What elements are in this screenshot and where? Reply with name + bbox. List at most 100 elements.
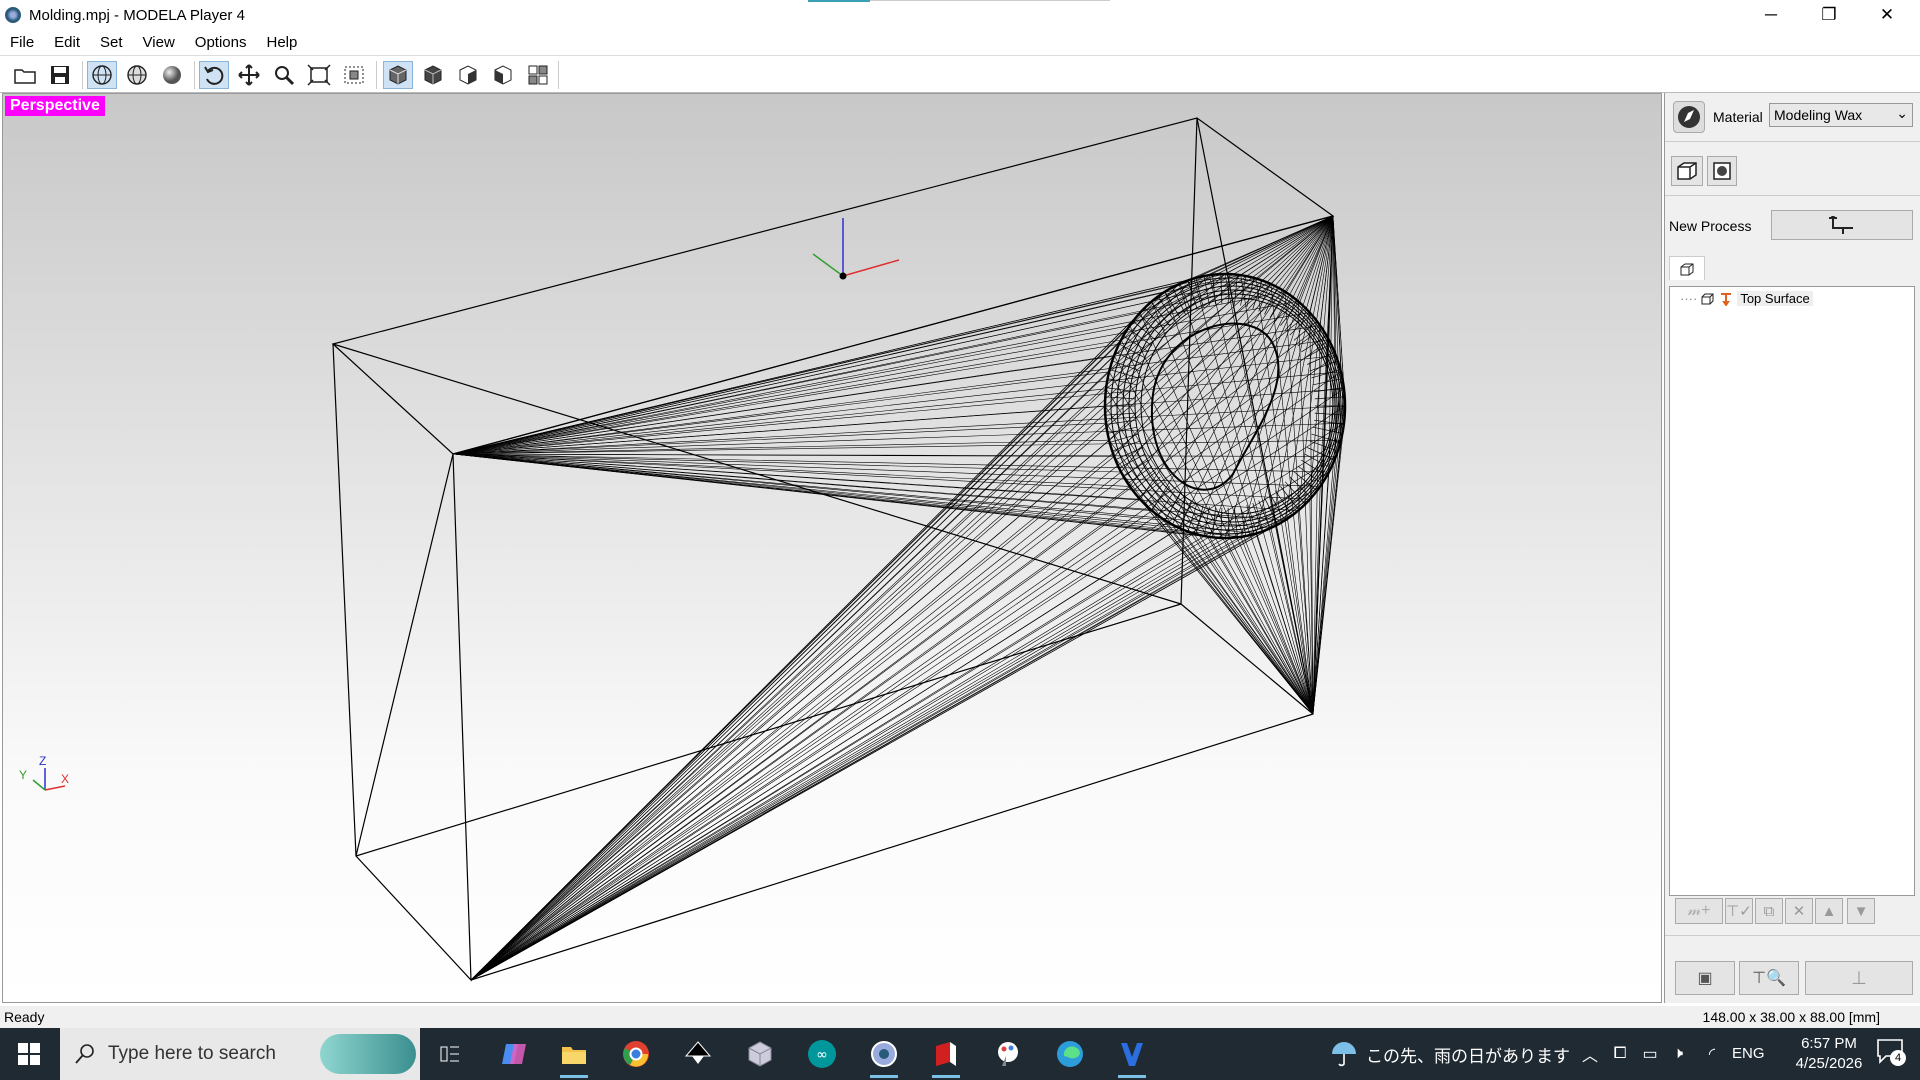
clock-time: 6:57 PM <box>1801 1035 1857 1052</box>
material-label: Material <box>1713 109 1763 125</box>
menu-view[interactable]: View <box>133 34 185 51</box>
clock[interactable]: 6:57 PM 4/25/2026 <box>1784 1034 1874 1074</box>
shaded-icon[interactable] <box>157 61 187 89</box>
restore-icon: ❐ <box>1821 5 1837 24</box>
copy-process-button[interactable]: ⧉ <box>1755 898 1783 924</box>
tree-item-label: Top Surface <box>1737 291 1813 306</box>
weather-text: この先、雨の日があります <box>1366 1046 1570 1066</box>
zoom-icon[interactable] <box>269 61 299 89</box>
view-other-icon[interactable] <box>488 61 518 89</box>
process-tree: ···· Top Surface <box>1669 286 1915 896</box>
stock-dimensions: 148.00 x 38.00 x 88.00 [mm] <box>1702 1009 1880 1025</box>
cad-app-icon[interactable] <box>926 1036 966 1078</box>
stock-tab-icon <box>1680 263 1694 275</box>
stock-icon <box>1701 293 1714 304</box>
chrome-icon[interactable] <box>616 1036 656 1072</box>
axis-triad: Z Y X <box>15 754 75 804</box>
open-folder-icon[interactable] <box>10 61 40 89</box>
arrow-down-icon: ▼ <box>1853 902 1869 920</box>
start-button[interactable] <box>0 1028 58 1080</box>
modela-player-icon[interactable] <box>864 1036 904 1078</box>
view-front-icon[interactable] <box>383 61 413 89</box>
new-process-button[interactable] <box>1771 210 1913 240</box>
delete-icon: ✕ <box>1792 903 1806 920</box>
stop-icon: ▣ <box>1697 970 1713 987</box>
search-placeholder: Type here to search <box>108 1043 276 1064</box>
vectorworks-icon[interactable] <box>1112 1036 1152 1078</box>
axis-label-x: X <box>61 772 70 786</box>
app-icon <box>5 7 21 23</box>
compass-icon <box>1678 106 1700 128</box>
move-down-button[interactable]: ▼ <box>1847 898 1875 924</box>
copy-icon: ⧉ <box>1763 902 1775 920</box>
status-bar: Ready 148.00 x 38.00 x 88.00 [mm] <box>0 1006 1920 1028</box>
model-icon <box>1713 162 1731 180</box>
copilot-icon[interactable] <box>494 1036 534 1072</box>
cut-button[interactable]: ⊥ <box>1805 961 1913 995</box>
task-view-icon[interactable] <box>430 1036 470 1072</box>
edit-process-button[interactable]: ⊤✓ <box>1725 898 1753 924</box>
menu-file[interactable]: File <box>0 34 44 51</box>
wireframe-icon[interactable] <box>87 61 117 89</box>
new-process-label: New Process <box>1669 218 1752 234</box>
pan-icon[interactable] <box>234 61 264 89</box>
title-accent <box>808 0 870 2</box>
close-button[interactable]: ✕ <box>1858 0 1916 30</box>
language-indicator[interactable]: ENG <box>1732 1045 1765 1062</box>
process-panel: Material Modeling Wax ⌄ New Process ····… <box>1664 93 1920 1003</box>
delete-process-button[interactable]: ✕ <box>1785 898 1813 924</box>
restore-button[interactable]: ❐ <box>1800 0 1858 30</box>
status-text: Ready <box>4 1009 45 1025</box>
cut-icon: ⊥ <box>1851 967 1867 988</box>
material-select[interactable]: Modeling Wax ⌄ <box>1769 103 1913 127</box>
minimize-button[interactable]: ─ <box>1742 0 1800 30</box>
save-icon[interactable] <box>45 61 75 89</box>
paint-app-icon[interactable] <box>988 1036 1028 1072</box>
toolbar <box>0 55 1920 93</box>
cut-preview-icon: 𝓂+ <box>1687 902 1711 919</box>
multi-view-icon[interactable] <box>523 61 553 89</box>
tree-item[interactable]: ···· Top Surface <box>1680 291 1813 306</box>
window-title: Molding.mpj - MODELA Player 4 <box>29 6 245 24</box>
hidden-line-icon[interactable] <box>122 61 152 89</box>
tree-connector: ···· <box>1680 291 1698 306</box>
divider <box>1665 195 1920 196</box>
material-settings-button[interactable] <box>1673 101 1705 133</box>
3d-app-icon[interactable] <box>740 1036 780 1072</box>
notification-button[interactable]: 4 <box>1876 1038 1912 1070</box>
wireframe-model <box>331 117 1347 982</box>
menu-edit[interactable]: Edit <box>44 34 90 51</box>
inkscape-icon[interactable] <box>678 1036 718 1072</box>
preview-cutting-button[interactable]: 𝓂+ <box>1675 898 1723 924</box>
zoom-window-icon[interactable] <box>339 61 369 89</box>
search-icon <box>75 1044 94 1064</box>
process-tree-tab[interactable] <box>1669 256 1705 280</box>
move-up-button[interactable]: ▲ <box>1815 898 1843 924</box>
menu-options[interactable]: Options <box>185 34 257 51</box>
title-accent-line <box>870 0 1110 1</box>
preview-button[interactable]: ⊤🔍 <box>1739 961 1799 995</box>
file-explorer-icon[interactable] <box>554 1036 594 1078</box>
rotate-icon[interactable] <box>199 61 229 89</box>
menu-set[interactable]: Set <box>90 34 133 51</box>
fit-view-icon[interactable] <box>304 61 334 89</box>
stock-settings-button[interactable] <box>1671 156 1703 186</box>
taskbar-search[interactable]: Type here to search <box>60 1028 420 1080</box>
minimize-icon: ─ <box>1764 5 1778 24</box>
divider <box>1665 141 1920 142</box>
axis-label-y: Y <box>19 768 28 782</box>
edge-icon[interactable] <box>1050 1036 1090 1072</box>
windows-icon <box>18 1043 40 1065</box>
view-back-icon[interactable] <box>453 61 483 89</box>
title-bar: Molding.mpj - MODELA Player 4 ─ ❐ ✕ <box>0 0 1920 30</box>
weather-widget[interactable]: この先、雨の日があります <box>1330 1028 1570 1080</box>
model-position-button[interactable] <box>1707 156 1737 186</box>
3d-viewport[interactable]: Perspective Z Y X <box>2 93 1662 1003</box>
view-side-icon[interactable] <box>418 61 448 89</box>
wifi-icon[interactable]: ◜ <box>1692 1036 1732 1072</box>
menu-help[interactable]: Help <box>257 34 308 51</box>
axis-label-z: Z <box>39 754 47 768</box>
stop-button[interactable]: ▣ <box>1675 961 1735 995</box>
arduino-icon[interactable]: ∞ <box>802 1036 842 1072</box>
search-highlight-image <box>320 1034 416 1074</box>
